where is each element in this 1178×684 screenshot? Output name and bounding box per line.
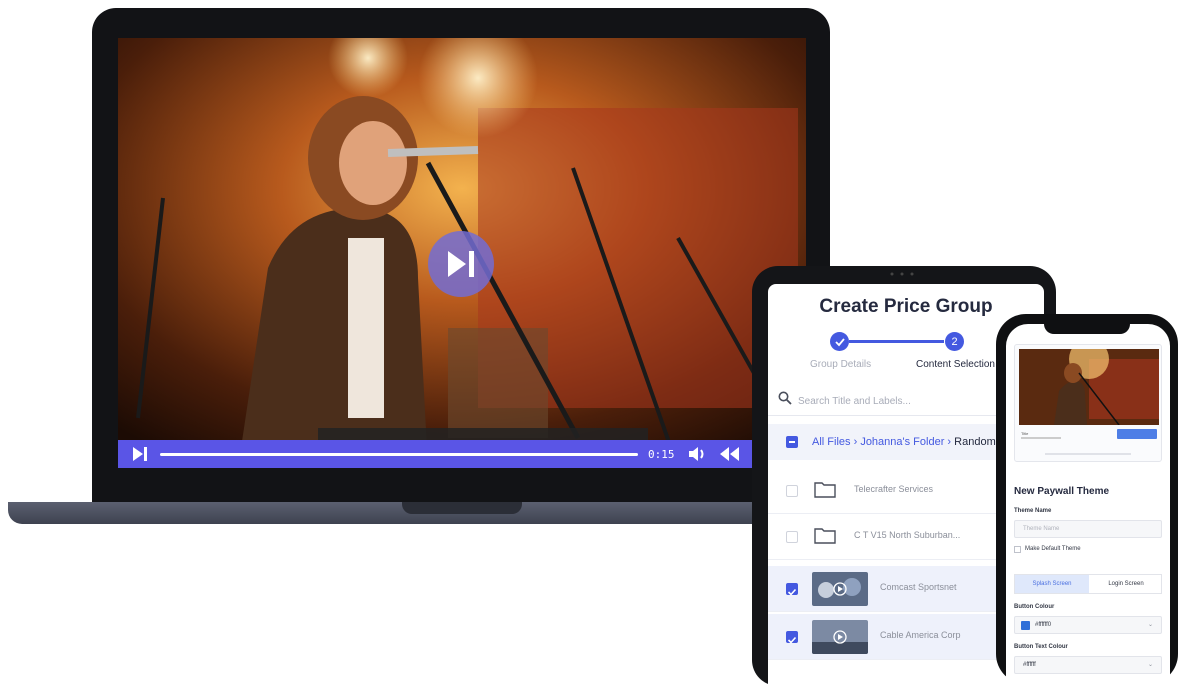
rewind-icon[interactable]: [720, 447, 740, 461]
folder-icon: [814, 528, 836, 544]
laptop-base: [8, 502, 768, 524]
preview-title: Title: [1021, 431, 1029, 436]
row-checkbox-checked[interactable]: [786, 583, 798, 596]
file-name: Telecrafter Services: [854, 484, 934, 494]
screen-tabs: Splash Screen Login Screen: [1014, 574, 1162, 594]
page-title: Create Price Group: [819, 296, 993, 317]
tab-splash-screen[interactable]: Splash Screen: [1015, 575, 1089, 593]
step-2-indicator[interactable]: 2: [945, 332, 964, 351]
phone-notch: [1044, 318, 1130, 334]
file-name: C T V15 North Suburban...: [854, 530, 961, 540]
tablet-camera: [890, 272, 914, 276]
theme-preview: Title: [1014, 344, 1162, 462]
folder-icon: [814, 482, 836, 498]
chevron-down-icon: ⌄: [1147, 662, 1153, 668]
colour-swatch: [1021, 621, 1030, 630]
center-play-button[interactable]: [428, 231, 494, 297]
play-pause-icon[interactable]: [132, 446, 148, 462]
theme-name-input[interactable]: Theme Name: [1014, 520, 1162, 538]
current-time: 0:15: [648, 448, 675, 461]
tab-login-screen[interactable]: Login Screen: [1089, 575, 1163, 593]
button-text-colour-label: Button Text Colour: [1014, 644, 1068, 650]
search-icon: [778, 391, 792, 405]
button-text-colour-select[interactable]: #ffffff ⌄: [1014, 656, 1162, 674]
step-2-label: Content Selection: [916, 359, 995, 370]
preview-video-image: [1019, 349, 1159, 425]
default-theme-checkbox[interactable]: [1014, 546, 1021, 553]
seek-bar[interactable]: [160, 453, 638, 456]
preview-subtitle: [1021, 437, 1061, 439]
button-colour-select[interactable]: #ffffff0 ⌄: [1014, 616, 1162, 634]
button-colour-label: Button Colour: [1014, 604, 1055, 610]
step-1-complete-icon[interactable]: [830, 332, 849, 351]
play-next-icon: [448, 251, 474, 277]
video-player[interactable]: 0:15: [118, 38, 806, 468]
row-checkbox-checked[interactable]: [786, 631, 798, 644]
step-1-label: Group Details: [810, 359, 872, 370]
step-connector: [849, 340, 944, 343]
row-checkbox[interactable]: [786, 485, 798, 497]
button-colour-value: #ffffff0: [1035, 622, 1052, 628]
laptop-trackpad-notch: [402, 502, 522, 514]
default-theme-label: Make Default Theme: [1025, 546, 1081, 552]
video-thumbnail: [812, 572, 868, 606]
form-heading: New Paywall Theme: [1014, 486, 1110, 497]
breadcrumb-path: All Files › Johanna's Folder › Random: [812, 436, 996, 448]
preview-button: [1117, 429, 1157, 439]
theme-name-label: Theme Name: [1014, 508, 1052, 514]
file-name: Cable America Corp: [880, 630, 961, 640]
breadcrumb-current: Random: [954, 436, 996, 448]
breadcrumb-folder[interactable]: Johanna's Folder: [860, 436, 944, 448]
select-all-checkbox[interactable]: [786, 436, 798, 448]
preview-divider: [1045, 453, 1131, 455]
player-control-bar: 0:15: [118, 440, 806, 468]
file-name: Comcast Sportsnet: [880, 582, 957, 592]
search-placeholder: Search Title and Labels...: [798, 396, 911, 407]
video-thumbnail: [812, 620, 868, 654]
chevron-down-icon: ⌄: [1147, 622, 1153, 628]
volume-icon[interactable]: [688, 446, 708, 462]
row-checkbox[interactable]: [786, 531, 798, 543]
theme-name-placeholder: Theme Name: [1023, 526, 1060, 532]
paywall-theme-screen: Title New Paywall Theme Theme Name Theme…: [1006, 324, 1170, 684]
button-text-colour-value: #ffffff: [1023, 662, 1036, 668]
breadcrumb-root[interactable]: All Files: [812, 436, 851, 448]
